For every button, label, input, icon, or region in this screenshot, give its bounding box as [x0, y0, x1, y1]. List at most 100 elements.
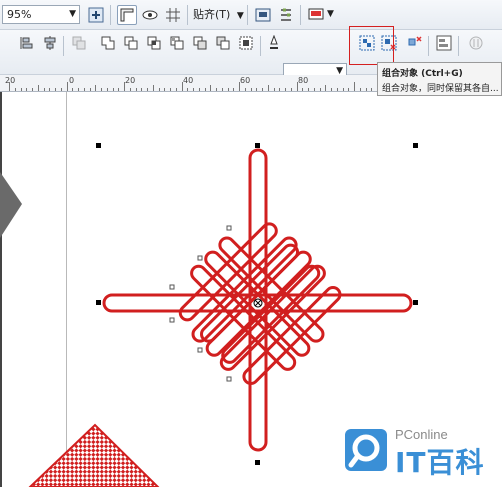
- ungroup-all-icon: [408, 36, 422, 46]
- watermark-name: IT百科: [395, 446, 485, 479]
- snap-to-label: 贴齐(T): [193, 8, 231, 21]
- trim-icon: [124, 36, 138, 50]
- ruler-tick: [267, 85, 269, 91]
- show-grid-button[interactable]: [163, 5, 183, 25]
- center-marker[interactable]: [253, 298, 263, 308]
- launcher-icon: [255, 8, 271, 22]
- ruler-tick: [95, 85, 97, 91]
- ruler-tick: [187, 88, 189, 91]
- align-icon: [20, 37, 33, 49]
- ruler-tick: [313, 88, 315, 91]
- outline-pen-button[interactable]: [264, 33, 284, 53]
- ruler-tick: [221, 88, 223, 91]
- selection-handle[interactable]: [96, 300, 101, 305]
- dockers-button[interactable]: [466, 33, 486, 53]
- zoom-fit-icon: [88, 7, 104, 23]
- ruler-label: 60: [240, 76, 251, 85]
- ruler-tick: [49, 88, 51, 91]
- application-launcher-button[interactable]: [253, 5, 273, 25]
- trim-button[interactable]: [121, 33, 141, 53]
- ruler-tick: [325, 85, 327, 91]
- boundary-icon: [239, 36, 253, 50]
- ruler-tick: [210, 85, 212, 91]
- simplify-button[interactable]: [167, 33, 187, 53]
- separator: [428, 36, 429, 56]
- tooltip-description: 组合对象，同时保留其各自...: [382, 84, 499, 94]
- watermark-brand: PConline: [395, 427, 448, 442]
- options-button[interactable]: [276, 5, 296, 25]
- scroll-arrow-shape: [0, 172, 22, 238]
- front-minus-back-button[interactable]: [190, 33, 210, 53]
- ruler-tick: [354, 82, 355, 91]
- show-rulers-button[interactable]: [117, 5, 137, 25]
- highlight-frame: [349, 26, 394, 65]
- ruler-tick: [60, 88, 62, 91]
- separator: [300, 5, 301, 25]
- snap-to-menu[interactable]: 贴齐(T) ▼: [193, 6, 244, 24]
- front-minus-back-icon: [193, 36, 207, 50]
- ruler-tick: [43, 88, 45, 91]
- eye-icon: [142, 10, 158, 20]
- ruler-tick: [216, 88, 217, 91]
- checkered-shape[interactable]: [28, 423, 160, 487]
- circle-icon: [469, 36, 483, 50]
- back-minus-front-button[interactable]: [213, 33, 233, 53]
- weld-icon: [101, 36, 115, 50]
- ruler-tick: [20, 88, 22, 91]
- ruler-tick: [78, 88, 79, 91]
- view-mode-button[interactable]: [140, 5, 160, 25]
- ruler-tick: [175, 88, 177, 91]
- ruler-tick: [250, 88, 252, 91]
- selection-handle[interactable]: [413, 300, 418, 305]
- selection-handle[interactable]: [255, 143, 260, 148]
- chevron-down-icon: ▼: [69, 9, 76, 19]
- zoom-level-select[interactable]: 95% ▼: [2, 5, 80, 24]
- ruler-tick: [239, 82, 240, 91]
- ruler-tick: [193, 88, 194, 91]
- ruler-tick: [204, 88, 206, 91]
- ruler-tick: [181, 82, 183, 91]
- selection-handle[interactable]: [255, 460, 260, 465]
- ruler-tick: [37, 85, 39, 91]
- ruler-tick: [296, 82, 298, 91]
- intersect-button[interactable]: [144, 33, 164, 53]
- back-minus-front-icon: [216, 36, 230, 50]
- align-distribute-button[interactable]: [40, 33, 60, 53]
- ruler-tick: [124, 82, 125, 91]
- align-horizontal-button[interactable]: [17, 33, 37, 53]
- ruler-label: 20: [5, 76, 16, 85]
- ruler-tick: [371, 88, 373, 91]
- ruler-tick: [118, 88, 120, 91]
- welcome-screen-button[interactable]: [306, 5, 326, 25]
- ruler-tick: [14, 88, 16, 91]
- ruler-tick: [262, 88, 263, 91]
- create-boundary-button[interactable]: [236, 33, 256, 53]
- separator: [260, 36, 261, 56]
- weld-button[interactable]: [98, 33, 118, 53]
- convert-to-curves-button[interactable]: [69, 33, 89, 53]
- ruler-tick: [55, 88, 56, 91]
- ruler-tick: [83, 88, 85, 91]
- selection-handle[interactable]: [96, 143, 101, 148]
- ruler-tick: [336, 88, 338, 91]
- rulers-icon: [120, 8, 134, 22]
- ruler-tick: [32, 88, 33, 91]
- ungroup-all-button[interactable]: [405, 33, 425, 53]
- ruler-tick: [170, 88, 171, 91]
- grid-icon: [166, 8, 180, 22]
- chevron-down-icon[interactable]: ▼: [327, 9, 334, 19]
- ruler-tick: [256, 88, 258, 91]
- selection-handle[interactable]: [413, 143, 418, 148]
- group-tooltip: 组合对象 (Ctrl+G) 组合对象，同时保留其各自...: [377, 62, 502, 96]
- ruler-label: 80: [298, 76, 309, 85]
- ruler-tick: [152, 85, 154, 91]
- zoom-options-button[interactable]: [86, 5, 106, 25]
- align-and-distribute-button[interactable]: [434, 33, 454, 53]
- ruler-tick: [308, 88, 309, 91]
- ruler-tick: [290, 88, 292, 91]
- options-icon: [281, 8, 291, 21]
- welcome-icon: [308, 8, 324, 20]
- separator: [458, 36, 459, 56]
- separator: [187, 5, 188, 25]
- intersect-icon: [147, 36, 161, 50]
